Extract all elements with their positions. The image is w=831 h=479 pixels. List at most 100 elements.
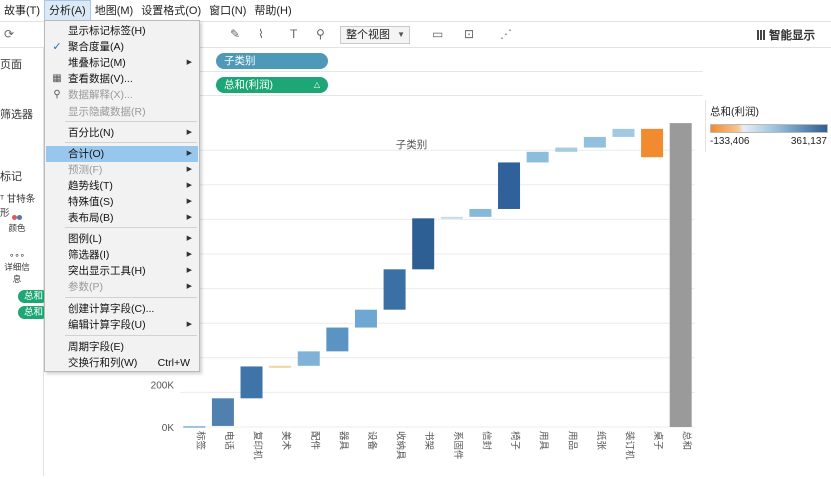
rows-pill[interactable]: 总和(利润) △ xyxy=(216,77,328,93)
detail-dots-icon: ∘∘∘ xyxy=(9,250,25,260)
waterfall-bar[interactable] xyxy=(354,309,377,328)
menu-item-4[interactable]: ▦ 查看数据(V)... xyxy=(46,71,198,87)
menu-item-label: 特殊值(S) xyxy=(68,196,114,208)
columns-shelf[interactable]: 子类别 xyxy=(120,50,703,72)
waterfall-bar[interactable] xyxy=(526,151,549,163)
menu-item-label: 预测(F) xyxy=(68,164,103,176)
menu-item-2[interactable]: ✓ 聚合度量(A) xyxy=(46,39,198,55)
menu-item-13[interactable]: 图例(L) ▶ xyxy=(46,231,198,247)
waterfall-bar[interactable] xyxy=(412,218,435,270)
menu-bar: 故事(T) 分析(A) 地图(M) 设置格式(O) 窗口(N) 帮助(H) xyxy=(0,0,831,22)
chevron-right-icon: ▶ xyxy=(186,150,192,157)
menu-item-label: 周期字段(E) xyxy=(68,341,124,353)
refresh-icon[interactable]: ⟳ xyxy=(4,27,14,41)
y-tick-label: 0K xyxy=(162,423,175,434)
menu-item-label: 表布局(B) xyxy=(68,212,114,224)
waterfall-bar[interactable] xyxy=(498,162,521,209)
chevron-right-icon: ▶ xyxy=(186,182,192,189)
menu-format[interactable]: 设置格式(O) xyxy=(137,0,205,22)
waterfall-bar[interactable] xyxy=(211,398,234,426)
menu-item-19[interactable]: 周期字段(E) xyxy=(46,339,198,355)
menu-window[interactable]: 窗口(N) xyxy=(205,0,250,22)
marks-label: 标记 xyxy=(0,171,22,183)
waterfall-bar[interactable] xyxy=(440,216,463,219)
waterfall-bar[interactable] xyxy=(183,425,206,428)
menu-separator xyxy=(65,121,197,122)
waterfall-bar[interactable] xyxy=(297,351,320,366)
waterfall-bar[interactable] xyxy=(669,123,692,427)
x-tick-label: 设备 xyxy=(366,431,378,451)
legend-max: 361,137 xyxy=(790,136,827,147)
menu-analysis[interactable]: 分析(A) xyxy=(44,0,91,22)
x-tick-label: 复印机 xyxy=(252,431,264,460)
waterfall-bar[interactable] xyxy=(326,327,349,352)
x-tick-label: 收纳具 xyxy=(395,431,407,460)
table-icon: ▦ xyxy=(52,73,62,84)
menu-help[interactable]: 帮助(H) xyxy=(250,0,295,22)
menu-item-label: 查看数据(V)... xyxy=(68,73,133,85)
menu-item-5[interactable]: ⚲ 数据解释(X)... xyxy=(46,87,198,103)
menu-item-label: 堆叠标记(M) xyxy=(68,57,126,69)
waterfall-bar[interactable] xyxy=(612,128,635,137)
menu-item-1[interactable]: 显示标记标签(H) xyxy=(46,23,198,39)
share-icon[interactable]: ⋰ xyxy=(500,27,512,41)
chevron-right-icon: ▶ xyxy=(186,251,192,258)
menu-item-6[interactable]: 显示隐藏数据(R) xyxy=(46,104,198,120)
pin-icon[interactable]: ⚲ xyxy=(316,27,325,41)
menu-item-9[interactable]: 预测(F) ▶ xyxy=(46,162,198,178)
menu-item-14[interactable]: 筛选器(I) ▶ xyxy=(46,247,198,263)
check-icon: ✓ xyxy=(52,41,62,53)
detail-button[interactable]: ∘∘∘ 详细信息 xyxy=(2,250,32,284)
chart-title: 子类别 xyxy=(395,139,428,151)
menu-item-11[interactable]: 特殊值(S) ▶ xyxy=(46,194,198,210)
chevron-right-icon: ▶ xyxy=(186,321,192,328)
legend-gradient xyxy=(710,124,828,133)
menu-story[interactable]: 故事(T) xyxy=(0,0,44,22)
card-icon[interactable]: ▭ xyxy=(432,27,443,41)
menu-separator xyxy=(65,227,197,228)
menu-item-3[interactable]: 堆叠标记(M) ▶ xyxy=(46,55,198,71)
chevron-right-icon: ▶ xyxy=(186,235,192,242)
chevron-down-icon: ▼ xyxy=(397,30,405,39)
waterfall-bar[interactable] xyxy=(469,208,492,217)
clip-icon[interactable]: ⌇ xyxy=(258,27,264,41)
x-tick-label: 用具 xyxy=(538,431,549,451)
columns-pill[interactable]: 子类别 xyxy=(216,53,328,69)
menu-item-17[interactable]: 创建计算字段(C)... xyxy=(46,301,198,317)
menu-item-12[interactable]: 表布局(B) ▶ xyxy=(46,210,198,226)
chevron-right-icon: ▶ xyxy=(186,166,192,173)
view-select-label: 整个视图 xyxy=(346,29,390,41)
menu-item-label: 显示隐藏数据(R) xyxy=(68,106,146,118)
waterfall-bar[interactable] xyxy=(240,366,263,399)
waterfall-bar[interactable] xyxy=(383,269,406,310)
smart-display-button[interactable]: 智能显示 xyxy=(757,27,815,43)
menu-item-15[interactable]: 突出显示工具(H) ▶ xyxy=(46,263,198,279)
chevron-right-icon: ▶ xyxy=(186,283,192,290)
menu-item-16[interactable]: 参数(P) ▶ xyxy=(46,279,198,295)
text-icon[interactable]: T xyxy=(290,27,297,41)
menu-item-7[interactable]: 百分比(N) ▶ xyxy=(46,125,198,141)
rows-shelf[interactable]: 总和(利润) △ xyxy=(120,74,703,96)
color-button[interactable]: 颜色 xyxy=(2,212,32,244)
waterfall-bar[interactable] xyxy=(269,365,292,368)
x-tick-label: 器具 xyxy=(337,431,348,451)
shortcut-label: Ctrl+W xyxy=(157,357,190,369)
view-select[interactable]: 整个视图 ▼ xyxy=(340,26,410,44)
pen-icon[interactable]: ✎ xyxy=(230,27,240,41)
color-legend: 总和(利润) -133,406 361,137 xyxy=(705,100,831,152)
x-tick-label: 装订机 xyxy=(623,431,635,460)
filters-label: 筛选器 xyxy=(0,109,33,121)
chevron-right-icon: ▶ xyxy=(186,59,192,66)
smart-display-label: 智能显示 xyxy=(769,30,815,42)
menu-item-18[interactable]: 编辑计算字段(U) ▶ xyxy=(46,317,198,333)
menu-item-20[interactable]: 交换行和列(W) Ctrl+W xyxy=(46,355,198,371)
rows-pill-label: 总和(利润) xyxy=(224,79,273,91)
x-tick-label: 桌子 xyxy=(652,431,664,451)
chevron-right-icon: ▶ xyxy=(186,214,192,221)
presentation-icon[interactable]: ⊡ xyxy=(464,27,474,41)
menu-item-8[interactable]: 合计(O) ▶ xyxy=(46,146,198,162)
menu-item-10[interactable]: 趋势线(T) ▶ xyxy=(46,178,198,194)
x-tick-label: 总和 xyxy=(681,431,693,450)
menu-map[interactable]: 地图(M) xyxy=(91,0,138,22)
x-tick-label: 书架 xyxy=(423,431,434,451)
